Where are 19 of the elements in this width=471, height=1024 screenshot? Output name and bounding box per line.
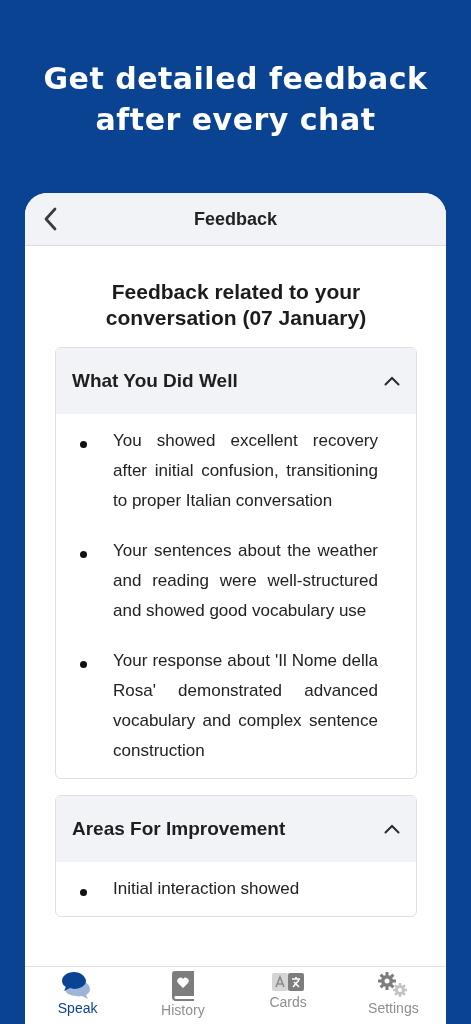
chevron-up-icon xyxy=(384,824,400,834)
section-header[interactable]: What You Did Well xyxy=(56,348,416,414)
gears-icon xyxy=(377,971,410,999)
bullet-icon xyxy=(80,661,87,668)
translate-icon xyxy=(272,971,305,993)
screen-title: Feedback xyxy=(193,208,277,230)
bullet-icon xyxy=(80,441,87,448)
headline: Get detailed feedback after every chat xyxy=(42,60,429,139)
feedback-item: Initial interaction showed xyxy=(113,878,301,900)
chevron-up-icon xyxy=(384,376,400,386)
feedback-item: You showed excellent recovery after initial confusion, transitioning to proper Italian conversation xyxy=(113,430,378,512)
chevron-left-icon xyxy=(43,207,57,231)
bullet-icon xyxy=(80,551,87,558)
feedback-item: Your sentences about the weather and reading were well-structured and showed good vocabulary use xyxy=(113,540,378,622)
section-header[interactable]: Areas For Improvement xyxy=(56,796,416,862)
tab-bar-item[interactable]: Speak xyxy=(25,967,131,1024)
feedback-item: Your response about 'Il Nome della Rosa' demonstrated advanced vocabulary and complex sentence construction xyxy=(113,650,378,762)
feedback-heading: Feedback related to your conversation (07 January) xyxy=(104,279,368,331)
bullet-icon xyxy=(80,889,87,896)
